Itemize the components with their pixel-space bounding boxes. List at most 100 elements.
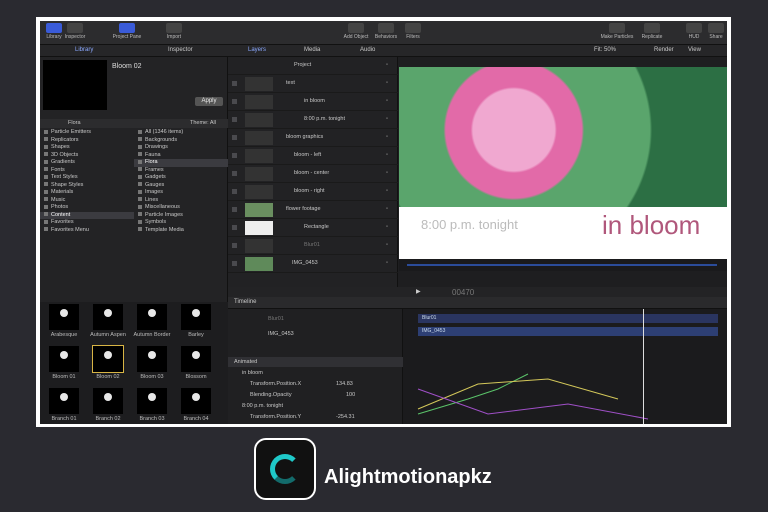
lock-icon[interactable]: ▫ xyxy=(386,242,388,248)
list-item[interactable]: Shapes xyxy=(40,144,134,152)
track-bar[interactable]: Blur01 xyxy=(418,314,718,323)
replicate-button[interactable]: Replicate xyxy=(638,23,666,40)
tab-inspector[interactable]: Inspector xyxy=(168,47,193,53)
playhead[interactable] xyxy=(643,309,644,424)
list-item[interactable]: Fonts xyxy=(40,167,134,175)
view-menu[interactable]: View xyxy=(688,47,701,53)
list-item[interactable]: 3D Objects xyxy=(40,152,134,160)
lock-icon[interactable]: ▫ xyxy=(386,152,388,158)
list-item[interactable]: Music xyxy=(40,197,134,205)
lock-icon[interactable]: ▫ xyxy=(386,206,388,212)
visibility-checkbox[interactable] xyxy=(232,189,237,194)
list-item[interactable]: Miscellaneous xyxy=(134,204,228,212)
list-item[interactable]: Symbols xyxy=(134,219,228,227)
list-item[interactable]: Fauna xyxy=(134,152,228,160)
keyframe-curves[interactable] xyxy=(408,369,718,424)
list-item[interactable]: Gradients xyxy=(40,159,134,167)
list-item[interactable]: Text Styles xyxy=(40,174,134,182)
hud-button[interactable]: HUD xyxy=(685,23,703,40)
add-object-button[interactable]: Add Object xyxy=(340,23,372,40)
share-button[interactable]: Share xyxy=(706,23,726,40)
layer-row[interactable]: flower footage ▫ xyxy=(228,201,398,219)
lock-icon[interactable]: ▫ xyxy=(386,170,388,176)
layer-row[interactable]: bloom graphics ▫ xyxy=(228,129,398,147)
layer-row[interactable]: 8:00 p.m. tonight ▫ xyxy=(228,111,398,129)
library-item[interactable]: Autumn Aspen xyxy=(88,304,128,338)
library-item[interactable]: Branch 03 xyxy=(132,388,172,422)
lock-icon[interactable]: ▫ xyxy=(386,116,388,122)
visibility-checkbox[interactable] xyxy=(232,153,237,158)
lock-icon[interactable]: ▫ xyxy=(386,134,388,140)
layer-row[interactable]: IMG_0453 ▫ xyxy=(228,255,398,273)
list-item[interactable]: Particle Emitters xyxy=(40,129,134,137)
timecode-display[interactable]: 00470 xyxy=(452,288,474,297)
layer-row[interactable]: bloom - left ▫ xyxy=(228,147,398,165)
timeline-row[interactable]: IMG_0453 xyxy=(228,329,403,339)
play-icon[interactable]: ▶ xyxy=(416,288,421,295)
list-item[interactable]: Drawings xyxy=(134,144,228,152)
library-item[interactable]: Branch 01 xyxy=(44,388,84,422)
fit-menu[interactable]: Fit: 50% xyxy=(594,47,616,53)
list-item[interactable]: Particle Images xyxy=(134,212,228,220)
list-item[interactable]: Favorites Menu xyxy=(40,227,134,235)
inspector-button[interactable]: Inspector xyxy=(64,23,86,40)
library-item[interactable]: Arabesque xyxy=(44,304,84,338)
list-item[interactable]: Shape Styles xyxy=(40,182,134,190)
list-item[interactable]: Replicators xyxy=(40,137,134,145)
list-item[interactable]: Backgrounds xyxy=(134,137,228,145)
project-pane-button[interactable]: Project Pane xyxy=(110,23,144,40)
layer-row[interactable]: bloom - center ▫ xyxy=(228,165,398,183)
library-item[interactable]: Bloom 03 xyxy=(132,346,172,380)
param-row[interactable]: 8:00 p.m. tonight xyxy=(228,401,403,411)
list-item[interactable]: Content xyxy=(40,211,134,219)
lock-icon[interactable]: ▫ xyxy=(386,260,388,266)
list-item[interactable]: Images xyxy=(134,189,228,197)
layer-row[interactable]: Rectangle ▫ xyxy=(228,219,398,237)
render-menu[interactable]: Render xyxy=(654,47,674,53)
library-item[interactable]: Branch 02 xyxy=(88,388,128,422)
animated-filter[interactable]: Animated xyxy=(228,357,403,367)
timeline-row[interactable]: Blur01 xyxy=(228,314,403,324)
tab-library[interactable]: Library xyxy=(75,47,93,53)
layer-row[interactable]: Project ▫ xyxy=(228,57,398,75)
tab-layers[interactable]: Layers xyxy=(248,47,266,53)
list-item[interactable]: Template Media xyxy=(134,227,228,235)
lock-icon[interactable]: ▫ xyxy=(386,224,388,230)
library-item[interactable]: Autumn Border xyxy=(132,304,172,338)
mini-timeline[interactable] xyxy=(399,259,727,271)
list-item[interactable]: Gauges xyxy=(134,182,228,190)
visibility-checkbox[interactable] xyxy=(232,207,237,212)
visibility-checkbox[interactable] xyxy=(232,135,237,140)
track-bar[interactable]: IMG_0453 xyxy=(418,327,718,336)
visibility-checkbox[interactable] xyxy=(232,261,237,266)
visibility-checkbox[interactable] xyxy=(232,117,237,122)
list-item[interactable]: Materials xyxy=(40,189,134,197)
visibility-checkbox[interactable] xyxy=(232,99,237,104)
library-item[interactable]: Branch 04 xyxy=(176,388,216,422)
list-item[interactable]: Favorites xyxy=(40,219,134,227)
layer-row[interactable]: in bloom ▫ xyxy=(228,93,398,111)
lock-icon[interactable]: ▫ xyxy=(386,80,388,86)
folder-menu[interactable]: Flora xyxy=(68,120,81,126)
layer-row[interactable]: bloom - right ▫ xyxy=(228,183,398,201)
param-row[interactable]: Transform.Position.X 134.83 xyxy=(228,379,403,389)
filters-button[interactable]: Filters xyxy=(402,23,424,40)
list-item[interactable]: Flora xyxy=(134,159,228,167)
layer-row[interactable]: Blur01 ▫ xyxy=(228,237,398,255)
make-particles-button[interactable]: Make Particles xyxy=(600,23,634,40)
library-item[interactable]: Bloom 02 xyxy=(88,345,128,380)
visibility-checkbox[interactable] xyxy=(232,81,237,86)
library-button[interactable]: Library xyxy=(44,23,64,40)
visibility-checkbox[interactable] xyxy=(232,225,237,230)
param-row[interactable]: Blending.Opacity 100 xyxy=(228,390,403,400)
lock-icon[interactable]: ▫ xyxy=(386,188,388,194)
canvas-viewer[interactable]: 8:00 p.m. tonight in bloom xyxy=(399,67,727,259)
list-item[interactable]: Gadgets xyxy=(134,174,228,182)
library-item[interactable]: Barley xyxy=(176,304,216,338)
list-item[interactable]: Photos xyxy=(40,204,134,212)
apply-button[interactable]: Apply xyxy=(195,97,223,106)
library-item[interactable]: Blossom xyxy=(176,346,216,380)
list-item[interactable]: All (1346 items) xyxy=(134,129,228,137)
lock-icon[interactable]: ▫ xyxy=(386,62,388,68)
tab-media[interactable]: Media xyxy=(304,47,320,53)
